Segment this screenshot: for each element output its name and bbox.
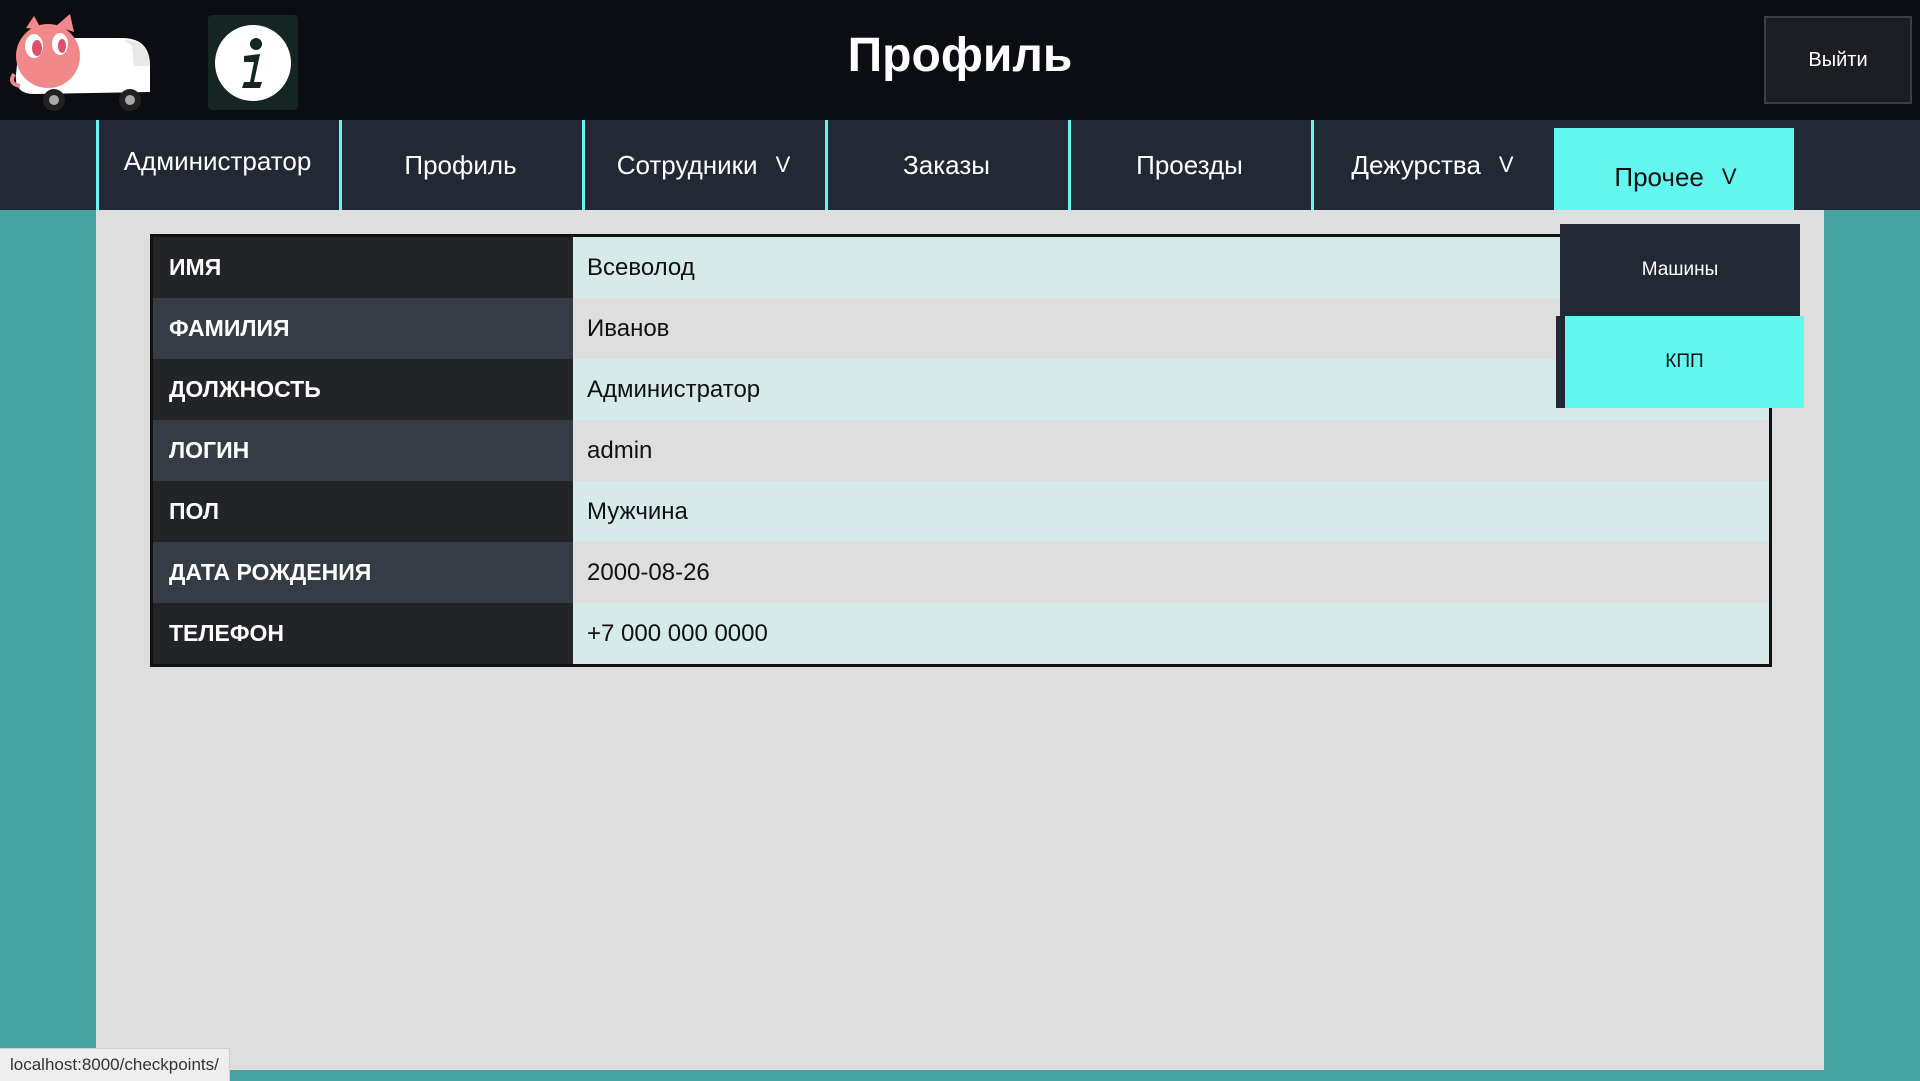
logout-button[interactable]: Выйти: [1764, 16, 1912, 104]
nav-item-label: Прочее: [1614, 161, 1704, 192]
profile-key: ПОЛ: [151, 481, 573, 542]
table-row: ЛОГИН admin: [151, 420, 1771, 481]
profile-value: Мужчина: [573, 481, 1771, 542]
table-row: ДАТА РОЖДЕНИЯ 2000-08-26: [151, 542, 1771, 603]
table-row: ПОЛ Мужчина: [151, 481, 1771, 542]
chevron-down-icon: V: [1498, 152, 1514, 177]
nav-item-passes[interactable]: Проезды: [1068, 120, 1308, 210]
other-dropdown-menu: Машины КПП: [1556, 224, 1810, 408]
profile-value: +7 000 000 0000: [573, 603, 1771, 666]
nav-item-label: Проезды: [1136, 149, 1243, 180]
table-row: ИМЯ Всеволод: [151, 235, 1771, 298]
table-row: ДОЛЖНОСТЬ Администратор: [151, 359, 1771, 420]
chevron-down-icon: V: [1721, 164, 1737, 189]
main-nav: Администратор Профиль Сотрудники V Заказ…: [0, 120, 1920, 226]
top-header: Профиль Выйти: [0, 0, 1920, 120]
nav-item-label: Заказы: [903, 149, 990, 180]
nav-item-label: Профиль: [404, 149, 517, 180]
profile-key: ЛОГИН: [151, 420, 573, 481]
profile-key: ТЕЛЕФОН: [151, 603, 573, 666]
profile-value: 2000-08-26: [573, 542, 1771, 603]
table-row: ФАМИЛИЯ Иванов: [151, 298, 1771, 359]
info-icon: [215, 24, 291, 101]
profile-table: ИМЯ Всеволод ФАМИЛИЯ Иванов ДОЛЖНОСТЬ Ад…: [150, 234, 1772, 667]
profile-key: ДОЛЖНОСТЬ: [151, 359, 573, 420]
chevron-down-icon: V: [775, 152, 791, 177]
nav-item-orders[interactable]: Заказы: [825, 120, 1065, 210]
nav-item-label: Дежурства: [1351, 149, 1481, 180]
table-row: ТЕЛЕФОН +7 000 000 0000: [151, 603, 1771, 666]
nav-item-label: Администратор: [123, 146, 312, 176]
profile-key: ФАМИЛИЯ: [151, 298, 573, 359]
profile-value: admin: [573, 420, 1771, 481]
nav-item-profile[interactable]: Профиль: [339, 120, 579, 210]
dropdown-item-checkpoints[interactable]: КПП: [1556, 316, 1804, 408]
info-button[interactable]: [208, 15, 298, 110]
bottom-strip: [0, 1070, 1920, 1080]
profile-key: ДАТА РОЖДЕНИЯ: [151, 542, 573, 603]
dropdown-item-machines[interactable]: Машины: [1560, 224, 1800, 316]
pig-truck-logo-icon[interactable]: [4, 10, 156, 114]
browser-status-url: localhost:8000/checkpoints/: [0, 1048, 230, 1081]
nav-item-employees[interactable]: Сотрудники V: [582, 120, 822, 210]
nav-item-duties[interactable]: Дежурства V: [1311, 120, 1551, 210]
profile-key: ИМЯ: [151, 235, 573, 298]
nav-item-label: Сотрудники: [616, 149, 758, 180]
nav-item-administrator[interactable]: Администратор: [96, 120, 336, 210]
